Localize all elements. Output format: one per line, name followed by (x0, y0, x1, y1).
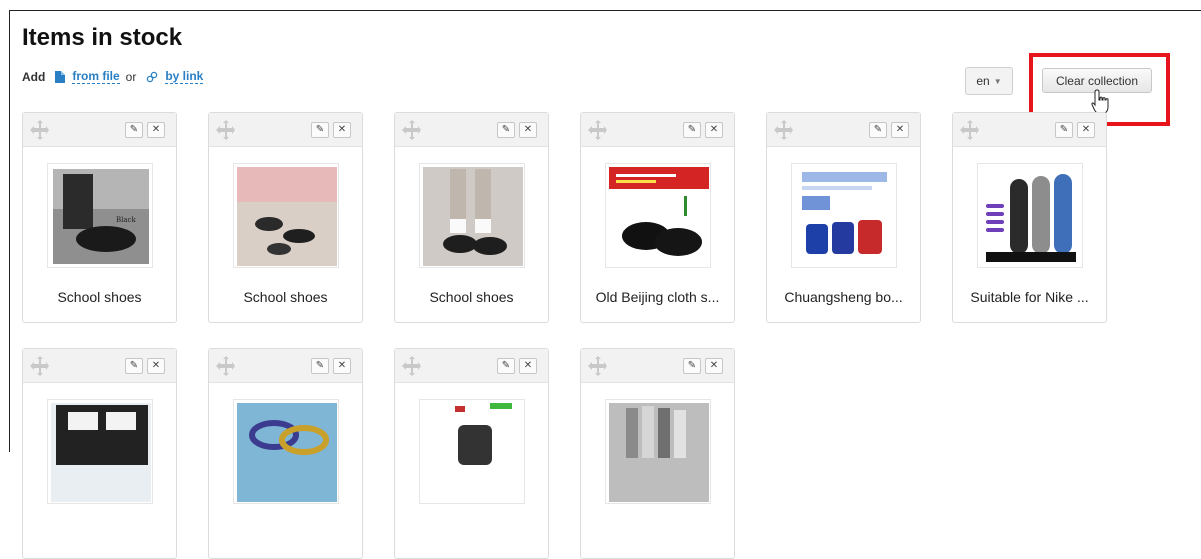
pencil-icon: ✎ (873, 124, 883, 135)
move-icon[interactable] (587, 119, 609, 146)
add-line: Add from file or by link (22, 70, 204, 84)
pencil-icon: ✎ (687, 124, 697, 135)
item-caption: School shoes (57, 289, 142, 305)
from-file-link[interactable]: from file (72, 70, 120, 84)
pencil-icon: ✎ (687, 360, 697, 371)
card-header: ✎ ✕ (23, 349, 176, 383)
edit-button[interactable]: ✎ (311, 358, 329, 374)
close-icon: ✕ (1081, 124, 1091, 135)
move-icon[interactable] (215, 355, 237, 382)
delete-button[interactable]: ✕ (1077, 122, 1095, 138)
item-card[interactable]: ✎ ✕ (22, 348, 177, 559)
pencil-icon: ✎ (501, 124, 511, 135)
delete-button[interactable]: ✕ (891, 122, 909, 138)
item-image (605, 163, 711, 268)
item-card[interactable]: ✎ ✕ (394, 348, 549, 559)
delete-button[interactable]: ✕ (519, 122, 537, 138)
svg-text:Black: Black (116, 216, 136, 224)
close-icon: ✕ (337, 124, 347, 135)
item-caption: Old Beijing cloth s... (595, 289, 720, 305)
item-image (233, 163, 339, 268)
edit-button[interactable]: ✎ (1055, 122, 1073, 138)
move-icon[interactable] (587, 355, 609, 382)
item-caption: School shoes (429, 289, 514, 305)
edit-button[interactable]: ✎ (125, 358, 143, 374)
pencil-icon: ✎ (129, 124, 139, 135)
card-header: ✎ ✕ (209, 349, 362, 383)
move-icon[interactable] (959, 119, 981, 146)
delete-button[interactable]: ✕ (333, 358, 351, 374)
close-icon: ✕ (709, 124, 719, 135)
edit-button[interactable]: ✎ (125, 122, 143, 138)
by-link-link[interactable]: by link (165, 70, 204, 84)
pencil-icon: ✎ (501, 360, 511, 371)
edit-button[interactable]: ✎ (497, 358, 515, 374)
delete-button[interactable]: ✕ (147, 122, 165, 138)
file-icon (55, 71, 66, 83)
pencil-icon: ✎ (1059, 124, 1069, 135)
card-header: ✎ ✕ (767, 113, 920, 147)
item-image: Black (47, 163, 153, 268)
edit-button[interactable]: ✎ (869, 122, 887, 138)
chevron-down-icon: ▼ (993, 76, 1002, 86)
delete-button[interactable]: ✕ (519, 358, 537, 374)
delete-button[interactable]: ✕ (705, 122, 723, 138)
move-icon[interactable] (773, 119, 795, 146)
pencil-icon: ✎ (129, 360, 139, 371)
close-icon: ✕ (337, 360, 347, 371)
edit-button[interactable]: ✎ (683, 358, 701, 374)
page-title: Items in stock (22, 24, 183, 51)
item-caption: Chuangsheng bo... (784, 289, 903, 305)
item-image (977, 163, 1083, 268)
item-card[interactable]: ✎ ✕ Suitable for Nike ... (952, 112, 1107, 323)
delete-button[interactable]: ✕ (705, 358, 723, 374)
edit-button[interactable]: ✎ (683, 122, 701, 138)
close-icon: ✕ (151, 124, 161, 135)
item-card[interactable]: ✎ ✕ School shoes (394, 112, 549, 323)
move-icon[interactable] (29, 119, 51, 146)
card-header: ✎ ✕ (581, 349, 734, 383)
language-value: en (976, 74, 990, 88)
item-caption: School shoes (243, 289, 328, 305)
item-card[interactable]: ✎ ✕ (580, 348, 735, 559)
item-card[interactable]: ✎ ✕ Old Beijing cloth s... (580, 112, 735, 323)
card-header: ✎ ✕ (581, 113, 734, 147)
pencil-icon: ✎ (315, 360, 325, 371)
close-icon: ✕ (709, 360, 719, 371)
link-icon (146, 71, 158, 83)
item-card[interactable]: ✎ ✕ School shoes (208, 112, 363, 323)
move-icon[interactable] (401, 355, 423, 382)
move-icon[interactable] (29, 355, 51, 382)
edit-button[interactable]: ✎ (311, 122, 329, 138)
item-image (419, 163, 525, 268)
language-select[interactable]: en ▼ (965, 67, 1013, 95)
pencil-icon: ✎ (315, 124, 325, 135)
card-header: ✎ ✕ (23, 113, 176, 147)
or-label: or (125, 70, 137, 84)
delete-button[interactable]: ✕ (147, 358, 165, 374)
delete-button[interactable]: ✕ (333, 122, 351, 138)
item-card[interactable]: ✎ ✕ Black School shoes (22, 112, 177, 323)
card-header: ✎ ✕ (395, 113, 548, 147)
card-header: ✎ ✕ (395, 349, 548, 383)
card-header: ✎ ✕ (209, 113, 362, 147)
close-icon: ✕ (523, 124, 533, 135)
close-icon: ✕ (151, 360, 161, 371)
item-image (791, 163, 897, 268)
close-icon: ✕ (523, 360, 533, 371)
item-card[interactable]: ✎ ✕ Chuangsheng bo... (766, 112, 921, 323)
move-icon[interactable] (401, 119, 423, 146)
item-card[interactable]: ✎ ✕ (208, 348, 363, 559)
add-label: Add (22, 70, 46, 84)
close-icon: ✕ (895, 124, 905, 135)
item-caption: Suitable for Nike ... (970, 289, 1089, 305)
card-header: ✎ ✕ (953, 113, 1106, 147)
edit-button[interactable]: ✎ (497, 122, 515, 138)
move-icon[interactable] (215, 119, 237, 146)
